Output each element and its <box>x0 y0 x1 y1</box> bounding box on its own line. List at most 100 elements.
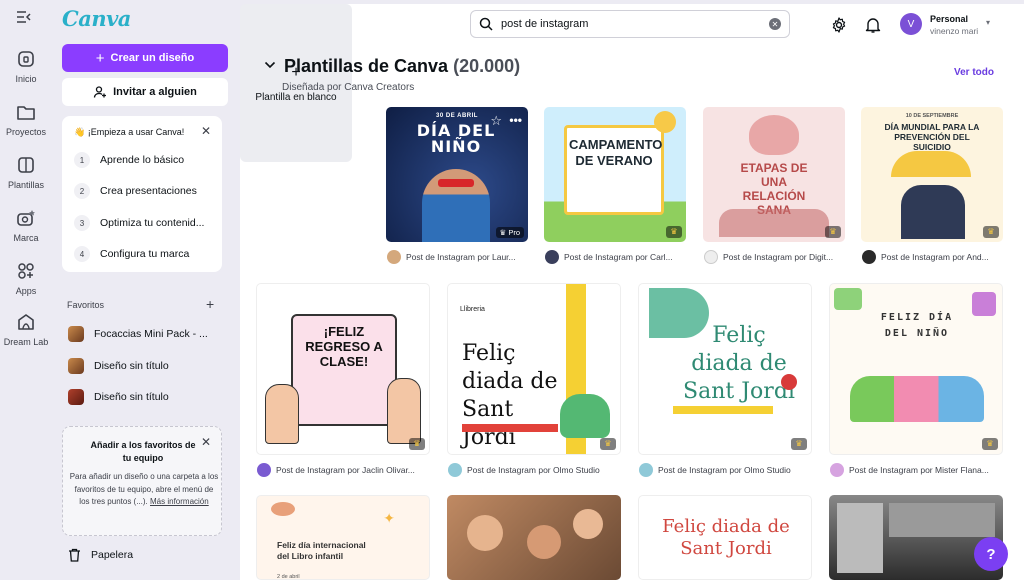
template-text: Feliz día internacional del Libro infant… <box>277 540 366 561</box>
favorite-label: Diseño sin título <box>94 360 169 372</box>
template-text: Feliç diada de Sant Jordi <box>662 516 790 559</box>
section-subtitle: Diseñada por Canva Creators <box>282 82 415 93</box>
pro-badge: ♛ Pro <box>495 227 524 238</box>
rail-item-proyectos[interactable]: Proyectos <box>0 101 52 137</box>
section-count: (20.000) <box>453 56 521 76</box>
section-title: Plantillas de Canva (20.000) <box>284 56 520 77</box>
rail-item-inicio[interactable]: Inicio <box>0 48 52 84</box>
template-thumbnail[interactable]: ETAPAS DE UNA RELACIÓN SANA ♛ <box>703 107 845 242</box>
rail-item-dreamlab[interactable]: Dream Lab <box>0 311 52 347</box>
search-input[interactable]: post de instagram ✕ <box>470 10 790 38</box>
creator-avatar <box>257 463 271 477</box>
crown-icon: ♛ <box>600 438 616 450</box>
favorite-item[interactable]: Diseño sin título <box>68 389 169 405</box>
onboarding-step[interactable]: 3 Optimiza tu contenid... <box>74 215 214 231</box>
template-caption[interactable]: Post de Instagram por Mister Flana... <box>830 463 989 477</box>
creator-avatar <box>639 463 653 477</box>
template-thumbnail[interactable]: 30 DE ABRIL DÍA DEL NIÑO ☆ ••• ♛ Pro <box>386 107 528 242</box>
template-caption[interactable]: Post de Instagram por And... <box>862 250 989 264</box>
photo-grid <box>837 503 883 573</box>
template-thumbnail[interactable]: ¡FELIZ REGRESO A CLASE! ♛ <box>256 283 430 455</box>
template-caption[interactable]: Post de Instagram por Digit... <box>704 250 833 264</box>
onboarding-step[interactable]: 2 Crea presentaciones <box>74 183 214 199</box>
create-design-button[interactable]: + Crear un diseño <box>62 44 228 72</box>
invite-label: Invitar a alguien <box>113 86 197 98</box>
template-caption[interactable]: Post de Instagram por Laur... <box>387 250 516 264</box>
canva-logo[interactable]: Canva <box>62 6 131 31</box>
invite-button[interactable]: Invitar a alguien <box>62 78 228 106</box>
template-text: ¡FELIZ REGRESO A CLASE! <box>305 324 383 369</box>
account-switcher[interactable]: Personal vinenzo mari <box>930 13 978 37</box>
onboarding-card: 👋 ¡Empieza a usar Canva! ✕ 1 Aprende lo b… <box>62 116 222 272</box>
collapse-chevron-icon[interactable] <box>264 60 276 72</box>
template-thumbnail[interactable]: Feliç diada de Sant Jordi ♛ <box>638 283 812 455</box>
add-favorite-icon[interactable]: + <box>206 296 214 312</box>
apps-icon <box>18 263 34 279</box>
step-label: Aprende lo básico <box>100 154 185 166</box>
notifications-icon[interactable] <box>864 16 882 34</box>
template-thumbnail[interactable]: CAMPAMENTO DE VERANO ♛ <box>544 107 686 242</box>
rose-icon <box>781 374 797 390</box>
caption-text: Post de Instagram por Olmo Studio <box>467 465 600 475</box>
creator-avatar <box>448 463 462 477</box>
more-options-icon[interactable]: ••• <box>509 113 522 127</box>
rail-item-plantillas[interactable]: Plantillas <box>0 154 52 190</box>
crown-icon: ♛ <box>825 226 841 238</box>
mask-icon <box>438 179 474 187</box>
caption-text: Post de Instagram por Olmo Studio <box>658 465 791 475</box>
folder-icon <box>17 106 35 120</box>
close-icon[interactable]: ✕ <box>201 124 211 138</box>
template-thumbnail[interactable] <box>829 495 1003 580</box>
template-thumbnail[interactable]: Llibreria Feliç diada de Sant Jordi ♛ <box>447 283 621 455</box>
settings-icon[interactable] <box>830 16 848 34</box>
more-info-link[interactable]: Más información <box>150 497 209 506</box>
template-caption[interactable]: Post de Instagram por Olmo Studio <box>639 463 791 477</box>
star-icon[interactable]: ☆ <box>490 113 502 129</box>
help-button[interactable]: ? <box>974 537 1008 571</box>
see-all-link[interactable]: Ver todo <box>954 67 994 78</box>
chevron-down-icon[interactable]: ▾ <box>986 18 990 27</box>
onboarding-step[interactable]: 4 Configura tu marca <box>74 246 214 262</box>
template-thumbnail[interactable] <box>447 495 621 580</box>
children-photo <box>527 525 561 559</box>
rail-label: Plantillas <box>7 180 45 190</box>
star-shape: ✦ <box>383 510 395 526</box>
template-text: DÍA MUNDIAL PARA LA PREVENCIÓN DEL SUICI… <box>884 122 980 152</box>
template-caption[interactable]: Post de Instagram por Jaclin Olivar... <box>257 463 415 477</box>
pro-badge-text: Pro <box>508 228 520 237</box>
design-thumbnail <box>68 358 84 374</box>
rail-item-marca[interactable]: Marca <box>0 207 52 243</box>
favorites-heading: Favoritos <box>67 300 105 310</box>
template-thumbnail[interactable]: Feliç diada de Sant Jordi <box>638 495 812 580</box>
template-date-text: 2 de abril <box>277 574 300 580</box>
heart-shape <box>749 115 799 155</box>
template-date-text: 10 DE SEPTIEMBRE <box>905 113 959 119</box>
close-icon[interactable]: ✕ <box>201 435 211 449</box>
children-photo <box>467 515 503 551</box>
search-value: post de instagram <box>501 18 589 30</box>
clear-search-icon[interactable]: ✕ <box>769 18 781 30</box>
crown-icon: ♛ <box>409 438 425 450</box>
template-thumbnail[interactable]: 10 DE SEPTIEMBRE DÍA MUNDIAL PARA LA PRE… <box>861 107 1003 242</box>
favorite-label: Focaccias Mini Pack - ... <box>94 328 208 340</box>
crown-icon: ♛ <box>791 438 807 450</box>
kids-illustration <box>265 384 299 444</box>
step-number: 1 <box>74 152 90 168</box>
couple-illustration <box>719 209 829 237</box>
onboarding-step[interactable]: 1 Aprende lo básico <box>74 152 214 168</box>
menu-toggle-icon[interactable] <box>16 10 32 29</box>
creator-avatar <box>387 250 401 264</box>
template-caption[interactable]: Post de Instagram por Olmo Studio <box>448 463 600 477</box>
template-thumbnail[interactable]: FELIZ DÍA DEL NIÑO ♛ <box>829 283 1003 455</box>
children-photo <box>573 509 603 539</box>
umbrella-shape <box>891 151 971 177</box>
template-thumbnail[interactable]: Feliz día internacional del Libro infant… <box>256 495 430 580</box>
trash-item[interactable]: Papelera <box>68 548 133 562</box>
rail-label: Marca <box>13 233 39 243</box>
favorite-item[interactable]: Diseño sin título <box>68 358 169 374</box>
avatar[interactable]: V <box>900 13 922 35</box>
crown-icon: ♛ <box>666 226 682 238</box>
favorite-item[interactable]: Focaccias Mini Pack - ... <box>68 326 208 342</box>
template-caption[interactable]: Post de Instagram por Carl... <box>545 250 673 264</box>
rail-item-apps[interactable]: Apps <box>0 260 52 296</box>
